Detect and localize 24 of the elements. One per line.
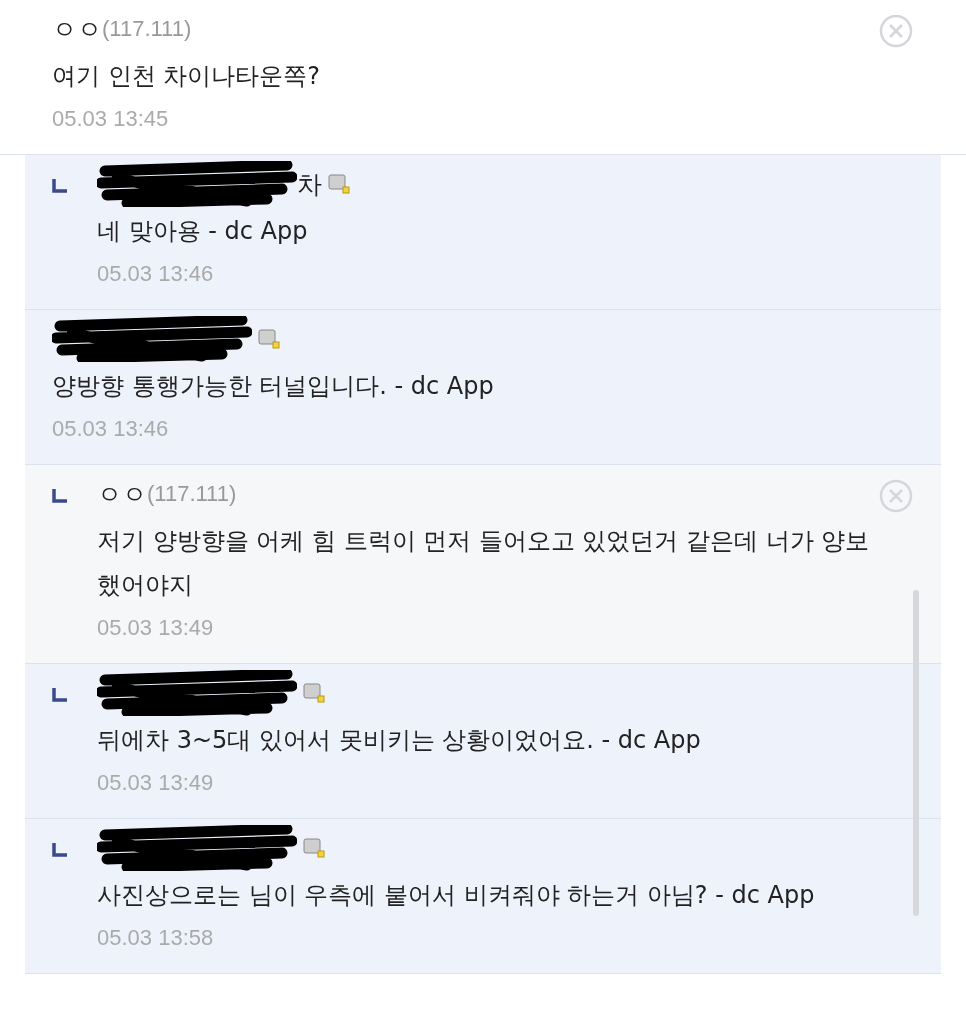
comment-time: 05.03 13:49 — [97, 770, 215, 796]
author-name: 차 — [297, 168, 322, 201]
comment-text: 네 맞아용 - dc App — [97, 216, 309, 247]
author-name: ㅇㅇ — [52, 13, 102, 46]
member-icon — [258, 329, 280, 349]
member-icon — [303, 838, 325, 858]
member-icon — [328, 174, 350, 194]
comment-time: 05.03 13:45 — [52, 106, 170, 132]
member-icon — [303, 683, 325, 703]
comment-text: 뒤에차 3~5대 있어서 못비키는 상황이었어요. - dc App — [97, 725, 702, 756]
comment-text: 양방향 통행가능한 터널입니다. - dc App — [52, 371, 495, 402]
comment-time: 05.03 13:46 — [97, 261, 215, 287]
close-icon[interactable] — [879, 479, 913, 513]
comment-time: 05.03 13:58 — [97, 925, 215, 951]
scrollbar[interactable] — [913, 590, 919, 916]
ip-address: (117.111) — [147, 481, 237, 507]
comment-text: 사진상으로는 님이 우측에 붙어서 비켜줘야 하는거 아님? - dc App — [97, 880, 816, 911]
close-icon[interactable] — [879, 14, 913, 48]
comment-time: 05.03 13:49 — [97, 615, 215, 641]
comment-time: 05.03 13:46 — [52, 416, 170, 442]
author-name: ㅇㅇ — [97, 478, 147, 511]
ip-address: (117.111) — [102, 16, 192, 42]
comment-text: 저기 양방향을 어케 힘 트럭이 먼저 들어오고 있었던거 같은데 너가 양보했어야지 — [97, 526, 871, 601]
comment-text: 여기 인천 차이나타운쪽? — [52, 61, 321, 92]
